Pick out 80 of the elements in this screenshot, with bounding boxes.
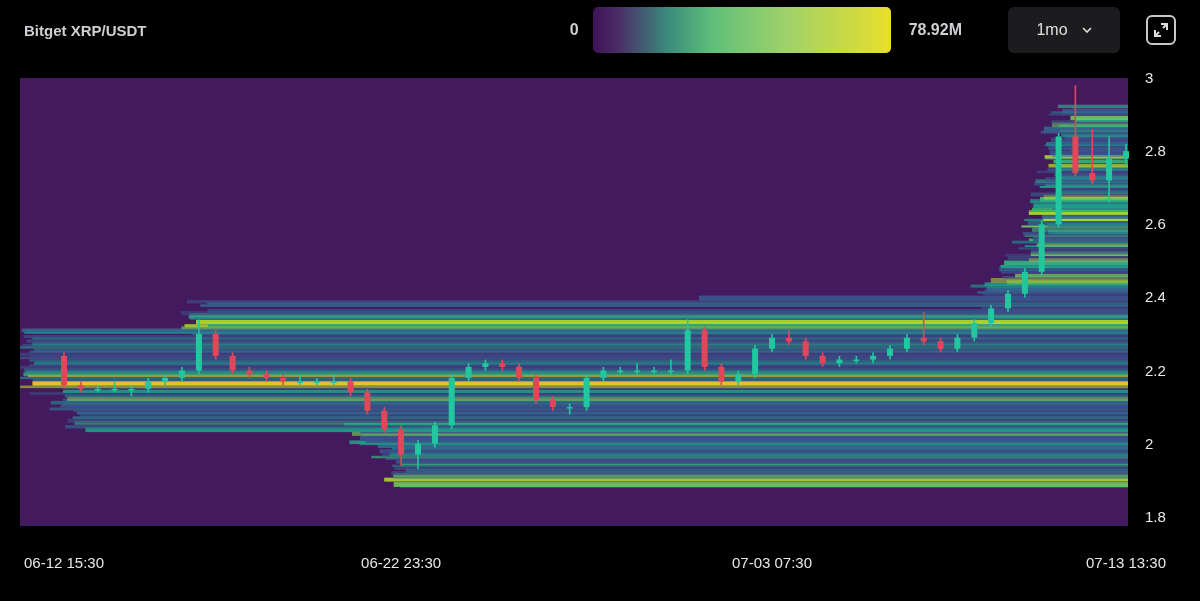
candlestick (566, 402, 573, 416)
candlestick (1106, 135, 1113, 204)
candlestick (549, 395, 556, 412)
candlestick (516, 362, 523, 383)
fullscreen-button[interactable] (1146, 15, 1176, 45)
candlestick (836, 355, 843, 368)
candlestick (853, 355, 860, 365)
candlestick (533, 373, 539, 405)
candlestick (179, 366, 185, 383)
x-axis-label: 06-12 15:30 (23, 554, 105, 571)
candlestick (280, 373, 287, 386)
candlestick (94, 384, 101, 394)
candlestick (701, 325, 708, 372)
candlestick (77, 380, 84, 394)
candlestick (111, 380, 118, 394)
candlestick (347, 377, 354, 397)
candlestick (903, 333, 910, 354)
candlestick (1005, 289, 1011, 313)
candlestick (1021, 267, 1028, 299)
x-axis-label: 06-22 23:30 (361, 554, 442, 571)
scale-max-label: 78.92M (908, 21, 962, 39)
candlestick (583, 373, 590, 412)
y-axis-label: 2.6 (1145, 215, 1166, 233)
candlestick (330, 373, 337, 386)
timeframe-dropdown[interactable]: 1mo (1008, 7, 1120, 53)
candlestick (212, 329, 219, 361)
candlestick (920, 311, 927, 346)
candlestick (128, 384, 135, 397)
candlestick (415, 439, 421, 471)
candlestick (246, 366, 253, 379)
x-axis-label: 07-03 07:30 (731, 554, 813, 571)
candlestick (195, 318, 202, 375)
candlestick (398, 424, 405, 467)
y-axis-label: 2 (1145, 434, 1154, 452)
candlestick (263, 369, 270, 383)
candlestick (431, 421, 438, 449)
candlestick (988, 303, 995, 328)
candlestick (297, 373, 303, 386)
candlestick (785, 329, 792, 346)
candlestick (634, 362, 641, 375)
y-axis-label: 1.8 (1145, 507, 1166, 525)
candlestick (802, 336, 809, 361)
candlestick (887, 344, 893, 361)
candlestick (381, 406, 388, 434)
candlestick (1038, 219, 1045, 277)
fullscreen-icon (1152, 21, 1170, 39)
candlestick (1123, 143, 1129, 167)
candlestick (617, 366, 624, 375)
candlestick (937, 336, 944, 354)
scale-min-label: 0 (569, 21, 579, 39)
candlestick (769, 333, 775, 354)
candlestick (651, 366, 657, 375)
candlestick (971, 318, 978, 343)
candlestick (229, 351, 236, 375)
candlestick (499, 358, 506, 372)
candlestick (870, 351, 877, 365)
y-axis-label: 2.8 (1145, 142, 1166, 160)
candlestick (448, 373, 455, 430)
candlestick (465, 362, 472, 383)
candlestick (162, 373, 169, 386)
y-axis-label: 2.4 (1145, 288, 1166, 306)
candlestick (1089, 128, 1096, 185)
y-axis-label: 2.2 (1145, 361, 1166, 379)
candlestick (752, 344, 759, 379)
candlestick (819, 351, 826, 368)
candlestick (718, 362, 725, 386)
y-axis-label: 3 (1145, 69, 1154, 86)
candlestick (364, 388, 371, 416)
candlestick (61, 351, 67, 390)
chart-title: Bitget XRP/USDT (24, 21, 148, 39)
candlestick (954, 333, 961, 354)
candlestick (684, 318, 691, 375)
chevron-down-icon (1081, 27, 1092, 33)
x-axis-label: 07-13 13:30 (1085, 554, 1167, 571)
candlestick (667, 358, 674, 375)
candlestick (600, 366, 607, 383)
candlestick (735, 369, 742, 386)
candlestick (313, 377, 320, 386)
candlestick (145, 377, 152, 394)
candlestick (482, 358, 489, 372)
